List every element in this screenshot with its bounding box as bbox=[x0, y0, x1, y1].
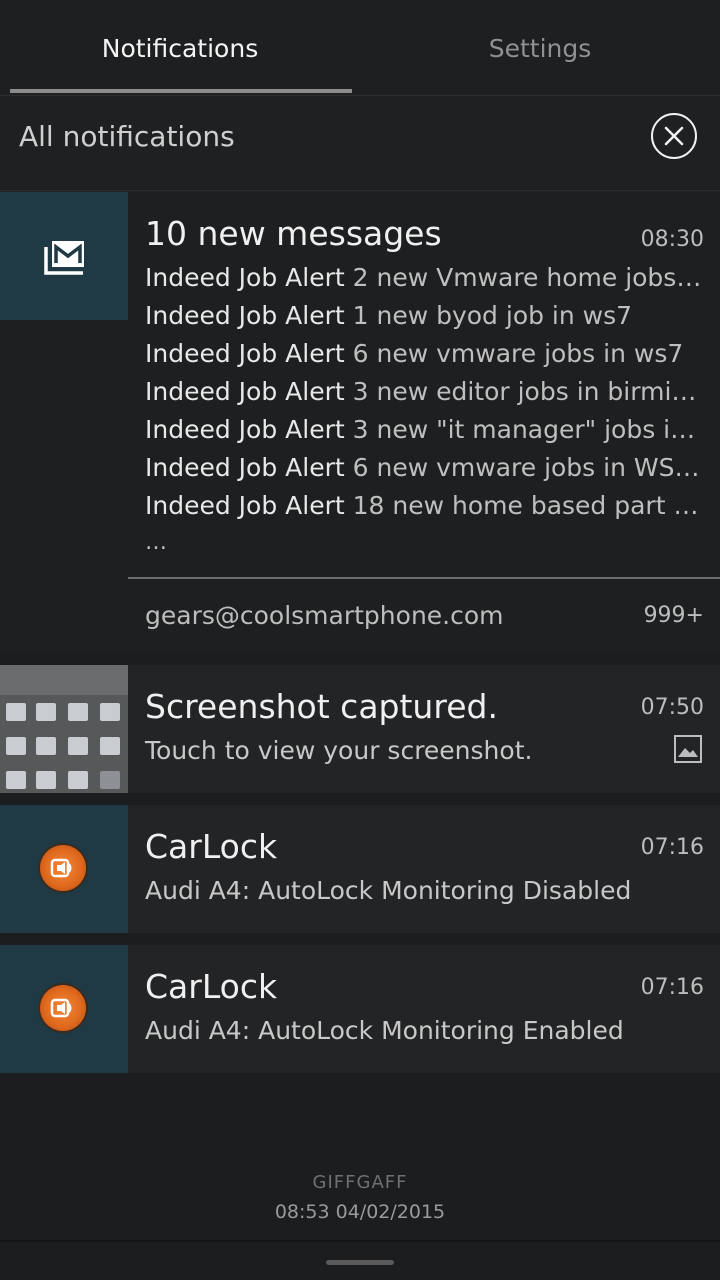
gmail-subject: 6 new vmware jobs in ws7 bbox=[352, 339, 684, 368]
gmail-notification[interactable]: 10 new messages 08:30 Indeed Job Alert 2… bbox=[0, 192, 720, 652]
gmail-line: Indeed Job Alert 18 new home based part … bbox=[145, 491, 705, 520]
gmail-account: gears@coolsmartphone.com bbox=[145, 601, 504, 630]
tab-notifications[interactable]: Notifications bbox=[0, 0, 360, 96]
gmail-line: Indeed Job Alert 2 new Vmware home jobs … bbox=[145, 263, 705, 292]
carlock-subtitle: Audi A4: AutoLock Monitoring Enabled bbox=[145, 1016, 624, 1045]
carlock-icon bbox=[40, 985, 86, 1031]
tab-indicator bbox=[10, 89, 352, 93]
gmail-unread-count: 999+ bbox=[643, 603, 704, 628]
carlock-icon-box bbox=[0, 945, 128, 1073]
screenshot-time: 07:50 bbox=[640, 695, 704, 720]
gmail-sender: Indeed Job Alert bbox=[145, 301, 345, 330]
carlock-title: CarLock bbox=[145, 967, 278, 1006]
gmail-divider bbox=[128, 577, 720, 579]
clear-all-button[interactable] bbox=[651, 113, 697, 159]
notifications-header: All notifications bbox=[0, 96, 720, 192]
gmail-line: Indeed Job Alert 6 new vmware jobs in ws… bbox=[145, 339, 705, 368]
gmail-subject: 2 new Vmware home jobs in London bbox=[352, 263, 705, 292]
gmail-subject: 6 new vmware jobs in WS7 area bbox=[352, 453, 705, 482]
screenshot-thumbnail bbox=[0, 665, 128, 793]
gmail-sender: Indeed Job Alert bbox=[145, 491, 345, 520]
carlock-notification[interactable]: CarLock 07:16 Audi A4: AutoLock Monitori… bbox=[0, 805, 720, 933]
gmail-line: Indeed Job Alert 3 new "it manager" jobs… bbox=[145, 415, 705, 444]
gmail-icon-box bbox=[0, 192, 128, 320]
carlock-icon-box bbox=[0, 805, 128, 933]
gmail-icon bbox=[44, 241, 84, 275]
carlock-time: 07:16 bbox=[640, 975, 704, 1000]
carlock-time: 07:16 bbox=[640, 835, 704, 860]
header-title: All notifications bbox=[19, 120, 235, 153]
gmail-sender: Indeed Job Alert bbox=[145, 339, 345, 368]
screenshot-notification[interactable]: Screenshot captured. 07:50 Touch to view… bbox=[0, 665, 720, 793]
image-icon bbox=[674, 735, 702, 763]
gmail-subject: 1 new byod job in ws7 bbox=[352, 301, 633, 330]
gmail-subject: 18 new home based part time jobs bbox=[352, 491, 705, 520]
screenshot-title: Screenshot captured. bbox=[145, 687, 498, 726]
carlock-icon bbox=[40, 845, 86, 891]
gmail-sender: Indeed Job Alert bbox=[145, 377, 345, 406]
close-icon bbox=[664, 126, 684, 146]
gmail-line: Indeed Job Alert 3 new editor jobs in bi… bbox=[145, 377, 705, 406]
gmail-sender: Indeed Job Alert bbox=[145, 415, 345, 444]
gmail-subject: 3 new "it manager" jobs in ws7 bbox=[352, 415, 705, 444]
notification-shade: Notifications Settings All notifications… bbox=[0, 0, 720, 1280]
gmail-sender: Indeed Job Alert bbox=[145, 263, 345, 292]
gmail-title: 10 new messages bbox=[145, 214, 442, 253]
carlock-notification[interactable]: CarLock 07:16 Audi A4: AutoLock Monitori… bbox=[0, 945, 720, 1073]
gmail-time: 08:30 bbox=[640, 227, 704, 252]
tab-bar: Notifications Settings bbox=[0, 0, 720, 96]
gmail-line: Indeed Job Alert 6 new vmware jobs in WS… bbox=[145, 453, 705, 482]
gmail-more-indicator: … bbox=[145, 530, 167, 555]
gmail-subject: 3 new editor jobs in birmingham bbox=[352, 377, 705, 406]
header-divider bbox=[0, 190, 720, 191]
tab-settings[interactable]: Settings bbox=[360, 0, 720, 96]
footer-divider bbox=[0, 1240, 720, 1242]
gmail-line: Indeed Job Alert 1 new byod job in ws7 bbox=[145, 301, 705, 330]
drag-handle[interactable] bbox=[326, 1260, 394, 1265]
screenshot-subtitle: Touch to view your screenshot. bbox=[145, 736, 533, 765]
gmail-sender: Indeed Job Alert bbox=[145, 453, 345, 482]
footer-datetime: 08:53 04/02/2015 bbox=[274, 1201, 446, 1223]
carlock-title: CarLock bbox=[145, 827, 278, 866]
carlock-subtitle: Audi A4: AutoLock Monitoring Disabled bbox=[145, 876, 632, 905]
carrier-name: GIFFGAFF bbox=[312, 1172, 408, 1193]
